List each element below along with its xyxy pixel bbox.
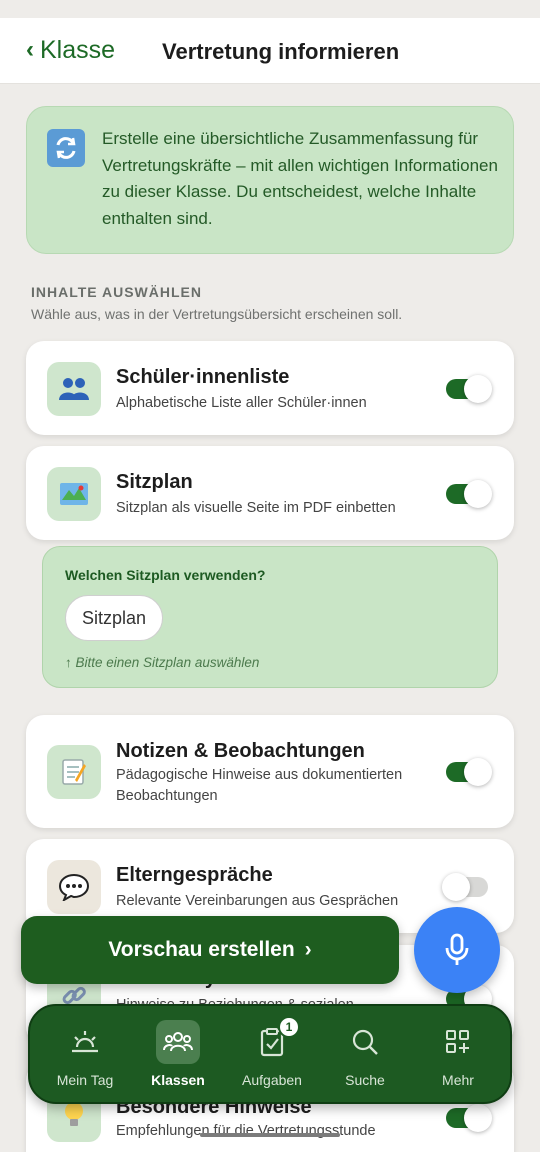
- preview-button-label: Vorschau erstellen: [108, 938, 295, 961]
- nav-label: Klassen: [151, 1072, 205, 1088]
- toggle-knob: [464, 480, 492, 508]
- seating-plan-button[interactable]: Sitzplan: [65, 595, 163, 641]
- seating-hint: ↑ Bitte einen Sitzplan auswählen: [65, 655, 260, 670]
- nav-label: Mehr: [442, 1072, 474, 1088]
- toggle-knob: [442, 873, 470, 901]
- map-icon: [47, 467, 101, 521]
- refresh-icon: [47, 129, 85, 167]
- chevron-left-icon: ‹: [26, 35, 34, 63]
- nav-label: Suche: [345, 1072, 385, 1088]
- section-title: INHALTE AUSWÄHLEN: [31, 284, 202, 300]
- nav-item-mehr[interactable]: Mehr: [418, 1020, 498, 1088]
- grid-plus-icon: [436, 1020, 480, 1064]
- card-desc: Alphabetische Liste aller Schüler·innen: [116, 395, 367, 411]
- card-desc: Pädagogische Hinweise aus dokumentierten…: [116, 767, 403, 804]
- seating-question: Welchen Sitzplan verwenden?: [65, 567, 266, 583]
- info-box: Erstelle eine übersichtliche Zusammenfas…: [26, 106, 514, 254]
- toggle-parent-talks[interactable]: [442, 873, 488, 901]
- toggle-seating-plan[interactable]: [446, 480, 492, 508]
- toggle-knob: [464, 1104, 492, 1132]
- card-desc: Relevante Vereinbarungen aus Gesprächen: [116, 893, 399, 909]
- page-title: Vertretung informieren: [162, 39, 400, 64]
- toggle-notes[interactable]: [446, 758, 492, 786]
- nav-label: Mein Tag: [56, 1072, 114, 1088]
- task-count-badge: 1: [278, 1016, 300, 1038]
- seating-plan-selector: Welchen Sitzplan verwenden? Sitzplan ↑ B…: [42, 546, 498, 688]
- card-title: Elterngespräche: [116, 864, 273, 886]
- nav-item-aufgaben[interactable]: 1 Aufgaben: [232, 1016, 312, 1088]
- memo-icon: [47, 745, 101, 799]
- card-desc: Empfehlungen für die Vertretungsstunde: [116, 1123, 376, 1139]
- header: ‹ Klasse Vertretung informieren: [0, 18, 540, 84]
- card-desc: Sitzplan als visuelle Seite im PDF einbe…: [116, 500, 396, 516]
- card-title: Sitzplan: [116, 471, 193, 493]
- section-subtitle: Wähle aus, was in der Vertretungsübersic…: [31, 306, 403, 322]
- back-label: Klasse: [40, 36, 116, 64]
- search-icon: [343, 1020, 387, 1064]
- nav-item-mein-tag[interactable]: Mein Tag: [45, 1020, 125, 1088]
- option-card-seating-plan[interactable]: Sitzplan Sitzplan als visuelle Seite im …: [26, 446, 514, 540]
- card-title: Notizen & Beobachtungen: [116, 740, 365, 762]
- nav-label: Aufgaben: [242, 1072, 302, 1088]
- people-icon: [47, 362, 101, 416]
- card-title: Schüler·innenliste: [116, 366, 290, 388]
- microphone-icon: [445, 933, 469, 965]
- preview-button[interactable]: Vorschau erstellen ›: [21, 916, 399, 984]
- nav-item-suche[interactable]: Suche: [325, 1020, 405, 1088]
- option-card-notes[interactable]: Notizen & Beobachtungen Pädagogische Hin…: [26, 715, 514, 828]
- sunrise-icon: [63, 1020, 107, 1064]
- toggle-student-list[interactable]: [446, 375, 492, 403]
- toggle-special-notes[interactable]: [446, 1104, 492, 1132]
- status-bar: [0, 0, 540, 18]
- toggle-knob: [464, 375, 492, 403]
- nav-item-klassen[interactable]: Klassen: [138, 1020, 218, 1088]
- info-text: Erstelle eine übersichtliche Zusammenfas…: [102, 129, 498, 228]
- chevron-right-icon: ›: [304, 938, 312, 961]
- back-button[interactable]: ‹ Klasse: [26, 36, 115, 65]
- bottom-navigation: Mein Tag Klassen 1 Aufgaben Suche Mehr: [28, 1004, 512, 1104]
- home-indicator: [200, 1133, 340, 1137]
- speech-bubble-icon: [47, 860, 101, 914]
- option-card-student-list[interactable]: Schüler·innenliste Alphabetische Liste a…: [26, 341, 514, 435]
- microphone-button[interactable]: [414, 907, 500, 993]
- group-icon: [156, 1020, 200, 1064]
- toggle-knob: [464, 758, 492, 786]
